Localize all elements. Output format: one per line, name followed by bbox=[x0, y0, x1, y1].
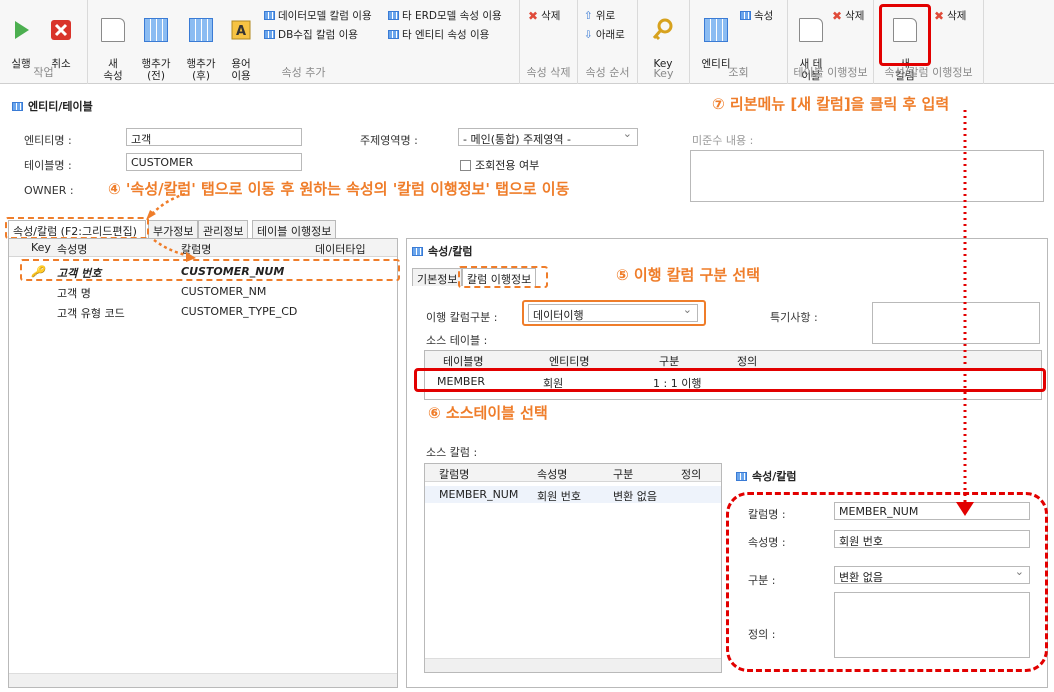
table-name-field[interactable]: CUSTOMER bbox=[126, 153, 302, 171]
readonly-checkbox[interactable]: 조회전용 여부 bbox=[460, 157, 539, 173]
grid-header: Key 속성명 칼럼명 데이터타입 bbox=[9, 239, 397, 257]
table-icon bbox=[736, 471, 747, 481]
tab-management-info[interactable]: 관리정보 bbox=[198, 220, 249, 238]
table-row[interactable]: 고객 유형 코드 CUSTOMER_TYPE_CD bbox=[9, 303, 397, 320]
table-icon bbox=[388, 11, 399, 20]
close-icon bbox=[51, 20, 71, 40]
font-icon: A bbox=[231, 20, 251, 40]
group-label: Key bbox=[653, 67, 674, 80]
annotation-step7: ⑦ 리본메뉴 [새 칼럼]을 클릭 후 입력 bbox=[712, 95, 950, 113]
table-row[interactable]: MEMBER_NUM 회원 번호 변환 없음 bbox=[425, 486, 721, 503]
table-icon bbox=[412, 246, 423, 256]
annotation-arrow bbox=[153, 238, 196, 262]
tab-highlight bbox=[5, 217, 149, 239]
table-row[interactable]: 고객 명 CUSTOMER_NM bbox=[9, 283, 397, 300]
tab-table-migration[interactable]: 테이블 이행정보 bbox=[252, 220, 337, 238]
ribbon-group-view: 엔티티 속성 조회 bbox=[690, 0, 788, 84]
subject-area-label: 주제영역명 : bbox=[360, 134, 418, 147]
view-entity-button[interactable]: 엔티티 bbox=[698, 6, 734, 70]
other-erd-button[interactable]: 타 ERD모델 속성 이용 bbox=[388, 8, 502, 23]
delete-table-migration-button[interactable]: ✖ 삭제 bbox=[832, 8, 864, 23]
table-icon bbox=[12, 101, 23, 111]
special-notes-label: 특기사항 : bbox=[770, 311, 818, 324]
tab-basic-info[interactable]: 기본정보 bbox=[412, 268, 463, 286]
annotation-arrow bbox=[146, 192, 186, 220]
document-icon bbox=[799, 18, 823, 42]
noncompliance-label: 미준수 내용 : bbox=[692, 134, 754, 147]
owner-label: OWNER : bbox=[24, 184, 74, 197]
migration-tab-highlight bbox=[458, 266, 548, 288]
move-down-button[interactable]: ⇩ 아래로 bbox=[584, 27, 625, 42]
table-name-label: 테이블명 : bbox=[24, 159, 72, 172]
delete-icon: ✖ bbox=[832, 8, 843, 23]
annotation-step6: ⑥ 소스테이블 선택 bbox=[428, 404, 548, 422]
migration-type-highlight bbox=[522, 300, 706, 326]
horizontal-scrollbar[interactable] bbox=[9, 673, 397, 687]
delete-icon: ✖ bbox=[934, 8, 945, 23]
horizontal-scrollbar[interactable] bbox=[425, 658, 721, 672]
other-entity-button[interactable]: 타 엔티티 속성 이용 bbox=[388, 27, 489, 42]
db-column-button[interactable]: DB수집 칼럼 이용 bbox=[264, 27, 358, 42]
cancel-button[interactable]: 취소 bbox=[46, 6, 76, 70]
table-icon bbox=[264, 11, 275, 20]
new-column-highlight bbox=[879, 4, 931, 66]
table-icon bbox=[264, 30, 275, 39]
ribbon-group-table-migration: 새 테 이블 ✖ 삭제 테이블 이행정보 bbox=[788, 0, 874, 84]
table-icon bbox=[704, 18, 728, 42]
move-up-button[interactable]: ⇧ 위로 bbox=[584, 8, 615, 23]
detail-title: 속성/칼럼 bbox=[412, 243, 473, 259]
source-column-grid: 칼럼명 속성명 구분 정의 MEMBER_NUM 회원 번호 변환 없음 bbox=[424, 463, 722, 673]
group-label: 속성 삭제 bbox=[526, 66, 571, 79]
annotation-step5: ⑤ 이행 칼럼 구분 선택 bbox=[616, 266, 760, 284]
play-icon bbox=[15, 21, 29, 39]
attribute-grid: Key 속성명 칼럼명 데이터타입 🔑 고객 번호 CUSTOMER_NUM 고… bbox=[8, 238, 398, 688]
key-icon bbox=[652, 18, 673, 41]
view-attribute-button[interactable]: 속성 bbox=[740, 8, 773, 23]
delete-attribute-button[interactable]: ✖ 삭제 bbox=[528, 8, 560, 23]
ribbon-group-work: 실행 취소 작업 bbox=[0, 0, 88, 84]
arrow-up-icon: ⇧ bbox=[584, 9, 593, 22]
noncompliance-field[interactable] bbox=[690, 150, 1044, 202]
row-highlight bbox=[20, 259, 400, 281]
ribbon-group-attr-delete: ✖ 삭제 속성 삭제 bbox=[520, 0, 578, 84]
table-icon bbox=[388, 30, 399, 39]
group-label: 속성 추가 bbox=[281, 66, 326, 79]
insert-row-icon bbox=[144, 18, 168, 42]
entity-name-label: 엔티티명 : bbox=[24, 134, 72, 147]
table-icon bbox=[740, 11, 751, 20]
source-column-label: 소스 칼럼 : bbox=[426, 446, 478, 459]
arrow-down-icon: ⇩ bbox=[584, 28, 593, 41]
group-label: 테이블 이행정보 bbox=[793, 66, 868, 79]
group-label: 속성 순서 bbox=[585, 66, 630, 79]
ribbon-group-attr-add: 새 속성 행추가 (전) 행추가 (후) A 용어 이용 데이터모델 칼럼 이용… bbox=[88, 0, 520, 84]
document-icon bbox=[101, 18, 125, 42]
entity-name-field[interactable]: 고객 bbox=[126, 128, 302, 146]
source-table-label: 소스 테이블 : bbox=[426, 334, 488, 347]
grid-header: 테이블명 엔티티명 구분 정의 bbox=[425, 351, 1041, 369]
svg-text:A: A bbox=[236, 24, 246, 39]
annotation-arrow bbox=[956, 110, 974, 516]
checkbox-icon bbox=[460, 159, 471, 171]
delete-column-migration-button[interactable]: ✖ 삭제 bbox=[934, 8, 966, 23]
grid-header: 칼럼명 속성명 구분 정의 bbox=[425, 464, 721, 482]
group-label: 조회 bbox=[728, 66, 749, 79]
key-button[interactable]: Key bbox=[648, 6, 678, 70]
group-label: 작업 bbox=[33, 66, 54, 79]
migration-type-label: 이행 칼럼구분 : bbox=[426, 311, 498, 324]
group-label: 속성/칼럼 이행정보 bbox=[884, 66, 973, 79]
sub-panel-title: 속성/칼럼 bbox=[736, 468, 797, 484]
ribbon-group-attr-order: ⇧ 위로 ⇩ 아래로 속성 순서 bbox=[578, 0, 638, 84]
panel-title: 엔티티/테이블 bbox=[12, 98, 93, 114]
delete-icon: ✖ bbox=[528, 8, 539, 23]
dm-column-button[interactable]: 데이터모델 칼럼 이용 bbox=[264, 8, 372, 23]
insert-row-icon bbox=[189, 18, 213, 42]
run-button[interactable]: 실행 bbox=[6, 6, 36, 70]
new-column-input-highlight bbox=[726, 492, 1048, 672]
ribbon-group-key: Key Key bbox=[638, 0, 690, 84]
subject-area-select[interactable]: - 메인(통합) 주제영역 - bbox=[458, 128, 638, 146]
